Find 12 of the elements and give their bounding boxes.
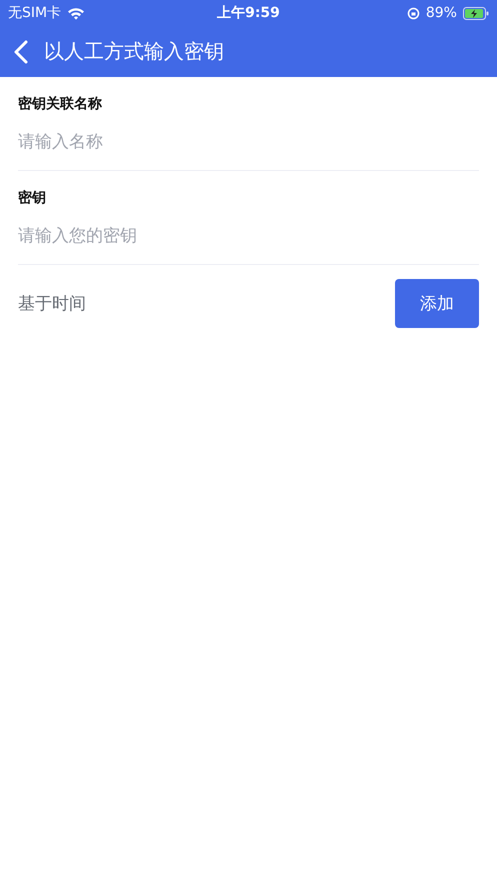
field-label: 密钥	[18, 188, 47, 207]
clock-time: 上午9:59	[217, 4, 280, 22]
back-icon[interactable]	[14, 40, 28, 64]
add-button[interactable]: 添加	[395, 279, 479, 328]
field-label: 密钥关联名称	[18, 94, 103, 113]
page-title: 以人工方式输入密钥	[44, 38, 224, 65]
rotation-lock-icon	[406, 6, 420, 20]
battery-charging-icon	[462, 6, 489, 20]
mode-label: 基于时间	[18, 293, 86, 315]
battery-percent: 89%	[426, 5, 457, 21]
wifi-icon	[67, 6, 86, 20]
carrier-label: 无SIM卡	[8, 4, 62, 22]
